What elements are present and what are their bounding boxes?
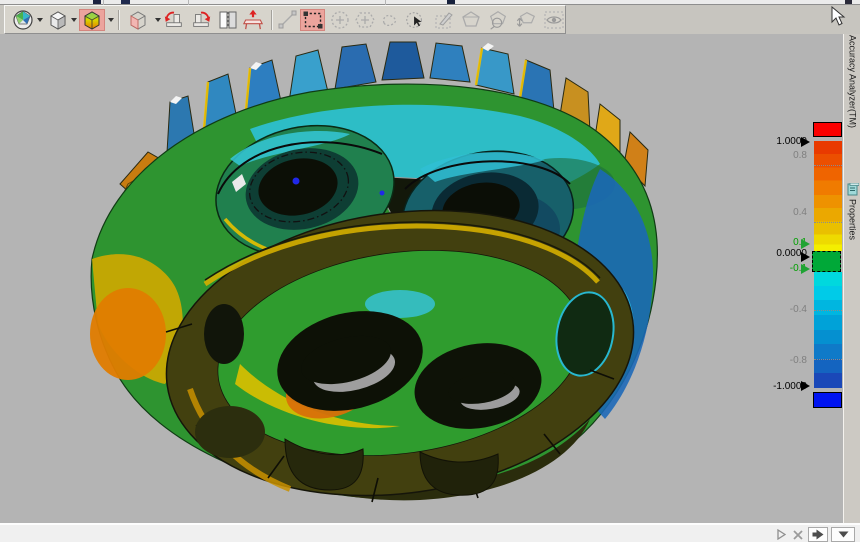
surface-lasso-select-button[interactable]	[487, 9, 509, 31]
circle-select-button[interactable]	[329, 9, 351, 31]
shaded-cube-icon	[47, 9, 69, 31]
legend-label-n08: -0.8	[743, 355, 807, 367]
color-map-view-button[interactable]	[79, 9, 105, 31]
brush-select-button[interactable]	[433, 9, 455, 31]
legend-marker-max[interactable]	[801, 137, 810, 147]
view-orientation-dropdown[interactable]	[37, 18, 43, 22]
legend-gridline-n04	[814, 310, 842, 311]
eye-select-icon	[543, 9, 565, 31]
step-forward-button[interactable]	[808, 527, 828, 542]
properties-icon	[847, 183, 859, 196]
legend-label-04: 0.4	[743, 207, 807, 219]
legend-label-08: 0.8	[743, 150, 807, 162]
rotate-left-icon	[163, 9, 185, 31]
surface-select-icon	[460, 9, 482, 31]
menu-fragment	[121, 0, 130, 4]
legend-zero-color-block[interactable]	[812, 251, 841, 272]
split-view-button[interactable]	[217, 9, 239, 31]
legend-gridline-n08	[814, 359, 842, 360]
clipped-menu-strip	[0, 0, 860, 5]
pointer-select-icon	[404, 9, 426, 31]
visible-only-select-button[interactable]	[543, 9, 565, 31]
legend-marker-n01[interactable]	[801, 264, 810, 274]
legend-marker-01[interactable]	[801, 239, 810, 249]
legend-label-n01: -0.1	[743, 263, 807, 275]
freeform-select-icon	[379, 9, 401, 31]
clipping-cube-icon	[127, 9, 149, 31]
legend-label-zero: 0.0000	[743, 248, 807, 260]
close-icon	[793, 530, 803, 540]
surface-lasso-icon	[487, 9, 509, 31]
rotate-view-left-button[interactable]	[163, 9, 185, 31]
rectangle-select-icon	[302, 9, 324, 31]
freeform-select-button[interactable]	[379, 9, 401, 31]
shaded-view-dropdown[interactable]	[71, 18, 77, 22]
tab-accuracy-analyzer[interactable]: Accuracy Analyzer(TM)	[845, 19, 860, 128]
reference-point-marker-2	[380, 191, 385, 196]
bottom-status-bar	[0, 523, 860, 542]
legend-gradient-positive[interactable]	[814, 141, 842, 251]
legend-min-color-block[interactable]	[813, 392, 842, 408]
legend-marker-zero[interactable]	[801, 252, 810, 262]
menu-fragment	[447, 0, 455, 4]
model-3d-render	[0, 34, 844, 523]
line-select-icon	[277, 9, 299, 31]
rotate-right-icon	[190, 9, 212, 31]
close-button[interactable]	[791, 527, 805, 542]
through-select-icon	[515, 8, 537, 32]
surface-select-button[interactable]	[460, 9, 482, 31]
step-forward-icon	[812, 529, 824, 540]
split-view-icon	[218, 9, 238, 31]
more-dropdown-button[interactable]	[831, 527, 855, 542]
legend-label-max: 1.0000	[743, 136, 807, 148]
mouse-cursor	[831, 6, 847, 26]
polygon-select-icon	[354, 9, 376, 31]
legend-max-color-block[interactable]	[813, 122, 842, 137]
legend-label-min: -1.0000	[743, 381, 807, 393]
play-outline-button[interactable]	[774, 527, 788, 542]
color-map-dropdown[interactable]	[108, 18, 114, 22]
chevron-down-icon	[838, 531, 849, 538]
legend-gradient-negative[interactable]	[814, 272, 842, 388]
tab-properties[interactable]: Properties	[845, 183, 860, 240]
polygon-select-button[interactable]	[354, 9, 376, 31]
side-panel-tab-strip: Accuracy Analyzer(TM) Properties	[843, 5, 860, 523]
legend-gridline-08	[814, 165, 842, 166]
clipping-cube-dropdown[interactable]	[155, 18, 161, 22]
shaded-view-button[interactable]	[47, 9, 69, 31]
brush-select-icon	[433, 9, 455, 31]
circle-select-icon	[329, 9, 351, 31]
model-viewport[interactable]: 1.0000 0.8 0.4 0.1 0.0000 -0.1 -0.4 -0.8…	[0, 34, 844, 523]
through-surface-select-button[interactable]	[515, 9, 537, 31]
view-orientation-icon	[12, 9, 34, 31]
play-outline-icon	[777, 529, 786, 540]
reset-table-view-button[interactable]	[242, 9, 264, 31]
color-map-cube-icon	[81, 9, 103, 31]
reference-point-marker	[293, 178, 300, 185]
legend-marker-min[interactable]	[801, 381, 810, 391]
table-up-arrow-icon	[242, 8, 264, 32]
line-select-button[interactable]	[277, 9, 299, 31]
rectangle-select-button[interactable]	[300, 9, 325, 31]
clipping-cube-button[interactable]	[127, 9, 149, 31]
legend-gridline-04	[814, 222, 842, 223]
menu-fragment	[845, 0, 852, 4]
rotate-view-right-button[interactable]	[190, 9, 212, 31]
tab-accuracy-analyzer-label: Accuracy Analyzer(TM)	[848, 35, 858, 128]
view-orientation-button[interactable]	[12, 9, 34, 31]
toolbar	[0, 5, 860, 34]
legend-label-n04: -0.4	[743, 304, 807, 316]
tab-properties-label: Properties	[848, 199, 858, 240]
menu-fragment	[93, 0, 101, 4]
view-select-toolbar	[4, 5, 566, 34]
pointer-select-button[interactable]	[404, 9, 426, 31]
